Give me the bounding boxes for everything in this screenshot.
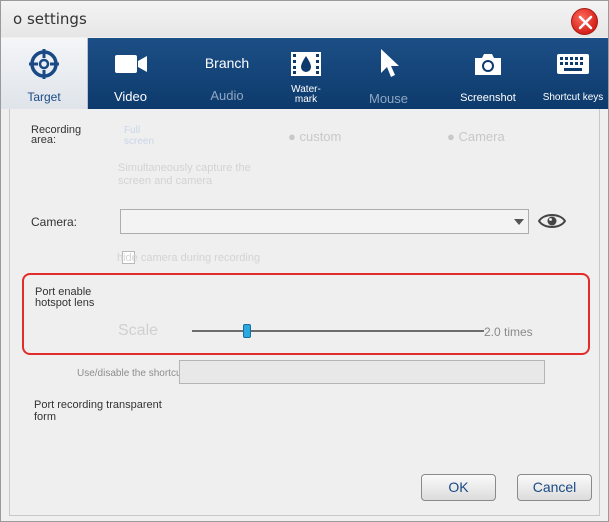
settings-window: o settings Target Video Branch Audio Wat… xyxy=(0,0,609,522)
tab-shortcut-keys[interactable]: Shortcut keys xyxy=(538,38,608,109)
hotspot-highlight-frame xyxy=(22,273,590,355)
scale-value: 2.0 times xyxy=(484,325,533,339)
simultaneous-capture-text[interactable]: Simultaneously capture the screen and ca… xyxy=(118,162,268,188)
photo-camera-icon xyxy=(475,54,501,75)
recording-area-label: Recording area: xyxy=(31,124,82,146)
camera-select[interactable] xyxy=(120,209,529,234)
close-icon xyxy=(578,15,593,30)
full-screen-option[interactable]: Full screen xyxy=(124,125,160,147)
tab-audio-top-label: Branch xyxy=(204,55,250,71)
shortcut-key-field[interactable] xyxy=(179,360,545,384)
tab-mouse-label: Mouse xyxy=(368,91,409,106)
chevron-down-icon xyxy=(514,219,524,225)
tab-watermark[interactable]: Water- mark xyxy=(276,38,336,109)
film-drop-icon xyxy=(291,52,321,76)
hide-camera-label: hide camera during recording xyxy=(117,252,261,264)
camera-option-label: Camera xyxy=(458,129,505,144)
cancel-button[interactable]: Cancel xyxy=(517,474,592,501)
transparent-form-label: Port recording transparent form xyxy=(34,399,162,423)
tab-mouse[interactable]: Mouse xyxy=(356,38,421,109)
tab-audio[interactable]: Branch Audio xyxy=(177,38,277,109)
camera-option[interactable]: ● Camera xyxy=(447,129,505,144)
video-camera-icon xyxy=(114,55,147,73)
title-bar: o settings xyxy=(1,1,608,37)
radio-dot-icon: ● xyxy=(447,129,459,144)
scale-slider-thumb[interactable] xyxy=(243,324,252,338)
cursor-arrow-icon xyxy=(380,49,399,77)
tab-bar: Target Video Branch Audio Water- mark Mo… xyxy=(1,38,608,109)
tab-video-label: Video xyxy=(113,89,147,104)
ok-button[interactable]: OK xyxy=(421,474,496,501)
tab-audio-label: Audio xyxy=(210,88,244,103)
tab-screenshot[interactable]: Screenshot xyxy=(448,38,528,109)
tab-watermark-label: Water- mark xyxy=(291,84,321,105)
eye-icon[interactable] xyxy=(538,212,566,230)
keyboard-icon xyxy=(557,54,589,74)
tab-video[interactable]: Video xyxy=(88,38,173,109)
tab-screenshot-label: Screenshot xyxy=(460,92,516,104)
scale-slider-track[interactable] xyxy=(192,330,484,332)
settings-panel: Recording area: Full screen ● custom ● C… xyxy=(9,109,600,516)
hotspot-lens-label: Port enable hotspot lens xyxy=(35,286,95,309)
tab-shortcut-keys-label: Shortcut keys xyxy=(542,92,604,103)
window-title: o settings xyxy=(13,10,87,28)
camera-label: Camera: xyxy=(31,215,78,229)
custom-option-label: custom xyxy=(299,129,342,144)
custom-option[interactable]: ● custom xyxy=(288,129,341,144)
scale-label: Scale xyxy=(118,322,159,339)
tab-target-label: Target xyxy=(27,90,61,104)
tab-target[interactable]: Target xyxy=(1,38,88,109)
crosshair-icon xyxy=(29,49,59,79)
close-button[interactable] xyxy=(571,8,598,35)
radio-dot-icon: ● xyxy=(288,129,300,144)
